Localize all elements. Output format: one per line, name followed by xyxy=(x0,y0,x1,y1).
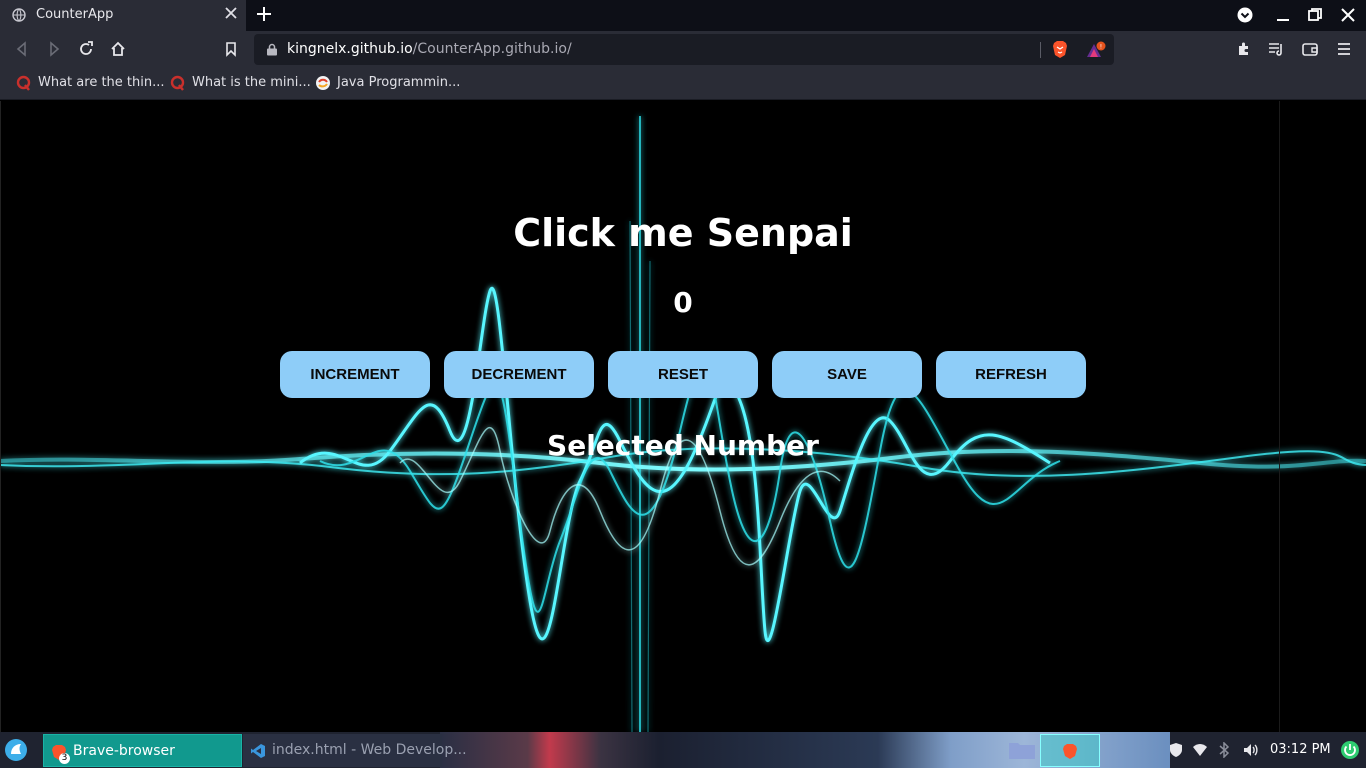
back-icon[interactable] xyxy=(14,41,30,57)
playlist-icon[interactable] xyxy=(1268,41,1284,57)
close-tab-icon[interactable] xyxy=(225,7,237,19)
home-icon[interactable] xyxy=(110,41,126,57)
tab-bar: CounterApp xyxy=(0,0,1366,31)
selected-number-label: Selected Number xyxy=(547,429,819,462)
folder-icon[interactable] xyxy=(1008,740,1036,760)
task-label: Brave-browser xyxy=(73,743,175,759)
bookmark-label: What is the mini... xyxy=(192,75,311,90)
new-tab-icon[interactable] xyxy=(257,7,271,21)
page-left-border xyxy=(0,101,1,732)
address-bar[interactable]: kingnelx.github.io/CounterApp.github.io/… xyxy=(254,34,1114,65)
page-viewport: Click me Senpai 0 INCREMENT DECREMENT RE… xyxy=(0,101,1366,732)
close-window-icon[interactable] xyxy=(1340,7,1356,23)
svg-text:!: ! xyxy=(1100,44,1102,51)
task-brave-browser[interactable]: 3 Brave-browser xyxy=(43,734,242,767)
pinned-brave[interactable] xyxy=(1040,734,1100,767)
increment-button[interactable]: INCREMENT xyxy=(280,351,430,398)
bluetooth-icon[interactable] xyxy=(1216,742,1232,758)
counter-value: 0 xyxy=(673,286,693,319)
brave-shields-icon[interactable] xyxy=(1052,40,1068,59)
extensions-icon[interactable] xyxy=(1236,41,1252,57)
url-text[interactable]: kingnelx.github.io/CounterApp.github.io/ xyxy=(287,41,572,57)
bookmark-label: Java Programmin... xyxy=(337,75,461,90)
power-icon[interactable] xyxy=(1340,740,1360,760)
minimize-icon[interactable] xyxy=(1275,7,1291,23)
tab-counterapp[interactable]: CounterApp xyxy=(0,0,246,31)
clock[interactable]: 03:12 PM xyxy=(1270,742,1331,757)
reload-icon[interactable] xyxy=(78,41,94,57)
security-icon[interactable] xyxy=(1168,742,1184,758)
vscode-icon xyxy=(251,744,265,758)
maximize-icon[interactable] xyxy=(1307,7,1323,23)
quora-icon xyxy=(16,75,31,91)
quora-icon xyxy=(170,75,185,91)
task-label: index.html - Web Develop... xyxy=(272,742,467,758)
brave-icon xyxy=(1063,744,1077,759)
url-path: /CounterApp.github.io/ xyxy=(412,41,572,57)
globe-icon xyxy=(12,8,26,22)
bookmark-label: What are the thin... xyxy=(38,75,165,90)
url-host: kingnelx.github.io xyxy=(287,41,413,57)
task-badge: 3 xyxy=(59,753,70,764)
volume-icon[interactable] xyxy=(1243,742,1259,758)
lock-icon[interactable] xyxy=(266,43,278,56)
page-right-border xyxy=(1279,101,1280,732)
tab-search-icon[interactable] xyxy=(1237,7,1253,23)
wallet-icon[interactable] xyxy=(1302,41,1318,57)
decrement-button[interactable]: DECREMENT xyxy=(444,351,594,398)
brave-rewards-icon[interactable]: ! xyxy=(1086,41,1106,58)
browser-toolbar: kingnelx.github.io/CounterApp.github.io/… xyxy=(0,31,1366,68)
tab-title: CounterApp xyxy=(36,7,114,22)
taskbar: 3 Brave-browser index.html - Web Develop… xyxy=(0,732,1366,768)
start-menu-icon[interactable] xyxy=(4,738,28,762)
page-title: Click me Senpai xyxy=(513,211,853,255)
save-button[interactable]: SAVE xyxy=(772,351,922,398)
task-vscode[interactable]: index.html - Web Develop... xyxy=(243,734,467,767)
wifi-icon[interactable] xyxy=(1192,742,1208,758)
sound-wave-background xyxy=(0,116,1366,732)
refresh-button[interactable]: REFRESH xyxy=(936,351,1086,398)
reset-button[interactable]: RESET xyxy=(608,351,758,398)
bookmarks-bar: What are the thin... What is the mini...… xyxy=(0,68,1366,100)
menu-icon[interactable] xyxy=(1336,41,1352,57)
url-separator xyxy=(1040,42,1041,58)
forward-icon[interactable] xyxy=(46,41,62,57)
site-icon xyxy=(316,76,330,90)
bookmark-icon[interactable] xyxy=(223,41,239,57)
